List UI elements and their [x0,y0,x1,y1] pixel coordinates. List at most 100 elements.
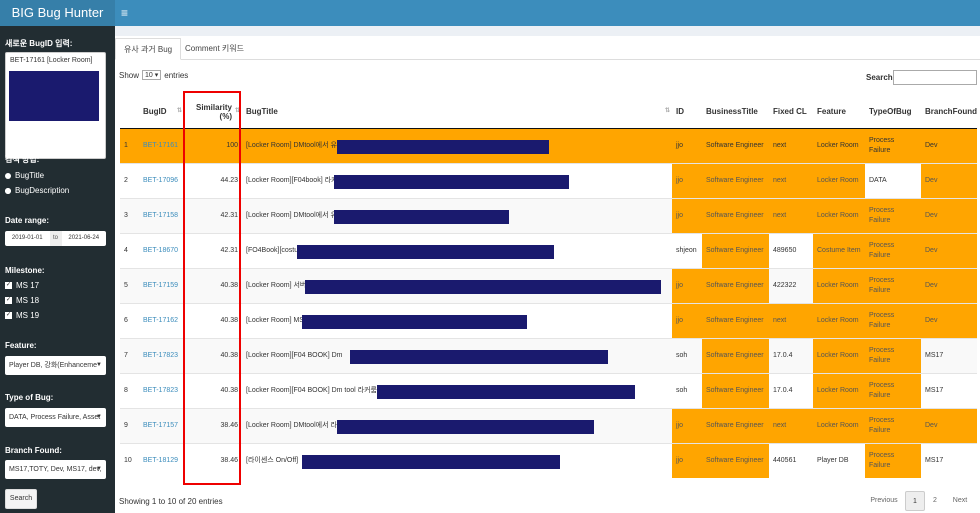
date-range-input[interactable]: 2019-01-01 to 2021-06-24 [5,231,106,246]
radio-icon[interactable] [5,172,11,179]
radio-selected-icon[interactable] [5,187,11,194]
pagination-page-2[interactable]: 2 [927,491,943,511]
table-row[interactable]: 9 BET-17157 38.46 [Locker Room] DMtool에서 라j… [120,407,977,443]
fixed-cl: next [769,197,813,233]
fixed-cl: next [769,302,813,338]
tab-comment-keywords[interactable]: Comment 키워드 [177,38,252,60]
bugid-link[interactable]: BET-17161 [139,127,184,163]
sort-icon: ⇅ [664,108,670,114]
app-logo[interactable]: BIG Bug Hunter [0,0,115,26]
assignee-id: jjo [672,267,702,303]
table-row[interactable]: 2 BET-17096 44.23 [Locker Room][F04book] 라커… [120,162,977,198]
fixed-cl: 17.0.4 [769,337,813,373]
milestone-ms19[interactable]: ✓ MS 19 [5,311,39,320]
date-to-separator: to [49,231,62,246]
feature-value: Locker Room [813,372,865,408]
col-id[interactable]: ID [672,96,702,129]
tab-bar: 유사 과거 Bug Comment 키워드 [115,38,980,60]
table-row[interactable]: 4 BET-18670 42.31 [FO4Book][costum shjeon Sof… [120,232,977,268]
pagination-previous[interactable]: Previous [867,491,901,511]
bugid-link[interactable]: BET-17157 [139,407,184,443]
bug-title: [Locker Room] MS1 [242,302,672,338]
assignee-id: jjo [672,162,702,198]
caret-down-icon: ▼ [96,362,102,368]
feature-value: Locker Room [813,337,865,373]
col-branchfound[interactable]: BranchFound [921,96,977,129]
fixed-cl: 440561 [769,442,813,478]
feature-value: Locker Room [813,302,865,338]
feature-value: Locker Room [813,127,865,163]
bugid-link[interactable]: BET-17162 [139,302,184,338]
redacted-block [9,71,99,121]
similarity-highlight-box [183,91,241,485]
bugid-link[interactable]: BET-17158 [139,197,184,233]
type-of-bug-select[interactable]: DATA, Process Failure, Asset ▼ [5,408,106,427]
branch-found: MS17 [921,442,977,478]
business-title: Software Engineer [702,407,769,443]
checkbox-checked-icon[interactable]: ✓ [5,297,12,304]
type-of-bug: Process Failure [865,407,921,443]
table-row[interactable]: 7 BET-17823 40.38 [Locker Room][F04 BOOK] D… [120,337,977,373]
milestone-ms18[interactable]: ✓ MS 18 [5,296,39,305]
radio-bugdescription[interactable]: BugDescription [5,186,69,195]
pagination-next[interactable]: Next [949,491,971,511]
business-title: Software Engineer [702,337,769,373]
bugid-link[interactable]: BET-17823 [139,337,184,373]
col-index [120,96,139,129]
assignee-id: jjo [672,302,702,338]
table-search-input[interactable] [893,70,977,85]
menu-toggle-icon[interactable]: ≡ [121,5,128,21]
bugid-link[interactable]: BET-17159 [139,267,184,303]
type-of-bug: DATA [865,162,921,198]
feature-value: Locker Room [813,267,865,303]
table-row[interactable]: 5 BET-17159 40.38 [Locker Room] 서버 jjo Softwa… [120,267,977,303]
tab-similar-bugs[interactable]: 유사 과거 Bug [115,38,182,60]
checkbox-checked-icon[interactable]: ✓ [5,282,12,289]
table-row[interactable]: 8 BET-17823 40.38 [Locker Room][F04 BOOK] D… [120,372,977,408]
search-button[interactable]: Search [5,489,37,509]
redacted-block [350,349,608,364]
bugid-link[interactable]: BET-17096 [139,162,184,198]
type-of-bug: Process Failure [865,267,921,303]
table-row[interactable]: 1 BET-17161 100 [Locker Room] DMtool에서 유내 jj… [120,127,977,163]
col-bugtitle[interactable]: BugTitle ⇅ [242,96,672,129]
bugid-textarea[interactable]: BET-17161 [Locker Room] [5,52,106,159]
bugid-link[interactable]: BET-17823 [139,372,184,408]
checkbox-checked-icon[interactable]: ✓ [5,312,12,319]
branch-value: MS17,TOTY, Dev, MS17, dev, [9,466,102,473]
feature-value: Locker Room [813,407,865,443]
bug-title: [라이센스 On/Off] [242,442,672,478]
table-row[interactable]: 3 BET-17158 42.31 [Locker Room] DMtool에서 유내… [120,197,977,233]
milestone-ms17[interactable]: ✓ MS 17 [5,281,39,290]
milestone-label: Milestone: [5,266,45,275]
fixed-cl: 422322 [769,267,813,303]
sidebar: 새로운 BugID 입력: BET-17161 [Locker Room] 검색… [0,26,115,513]
col-bugid[interactable]: BugID ⇅ [139,96,184,129]
table-row[interactable]: 10 BET-18129 38.46 [라이센스 On/Off] jjo Softwar… [120,442,977,478]
bugid-link[interactable]: BET-18670 [139,232,184,268]
branch-found: Dev [921,407,977,443]
col-businesstitle[interactable]: BusinessTitle [702,96,769,129]
bugid-value: BET-17161 [Locker Room] [10,57,93,64]
col-fixedcl[interactable]: Fixed CL [769,96,813,129]
entries-select[interactable]: 10 ▾ [142,70,162,80]
business-title: Software Engineer [702,302,769,338]
feature-select[interactable]: Player DB, 강화(Enhanceme ▼ [5,356,106,375]
redacted-block [297,244,554,259]
type-of-bug: Process Failure [865,302,921,338]
col-feature[interactable]: Feature [813,96,865,129]
redacted-block [302,454,560,469]
bugid-link[interactable]: BET-18129 [139,442,184,478]
show-entries-control: Show 10 ▾ entries [119,70,188,80]
radio-bugtitle[interactable]: BugTitle [5,171,44,180]
redacted-block [334,209,509,224]
col-typeofbug[interactable]: TypeOfBug [865,96,921,129]
date-to-input[interactable]: 2021-06-24 [62,231,107,246]
business-title: Software Engineer [702,127,769,163]
pagination-page-1[interactable]: 1 [905,491,925,511]
table-row[interactable]: 6 BET-17162 40.38 [Locker Room] MS1 jjo Softw… [120,302,977,338]
date-from-input[interactable]: 2019-01-01 [5,231,50,246]
fixed-cl: next [769,162,813,198]
assignee-id: jjo [672,197,702,233]
branch-found-select[interactable]: MS17,TOTY, Dev, MS17, dev, ▼ [5,460,106,479]
